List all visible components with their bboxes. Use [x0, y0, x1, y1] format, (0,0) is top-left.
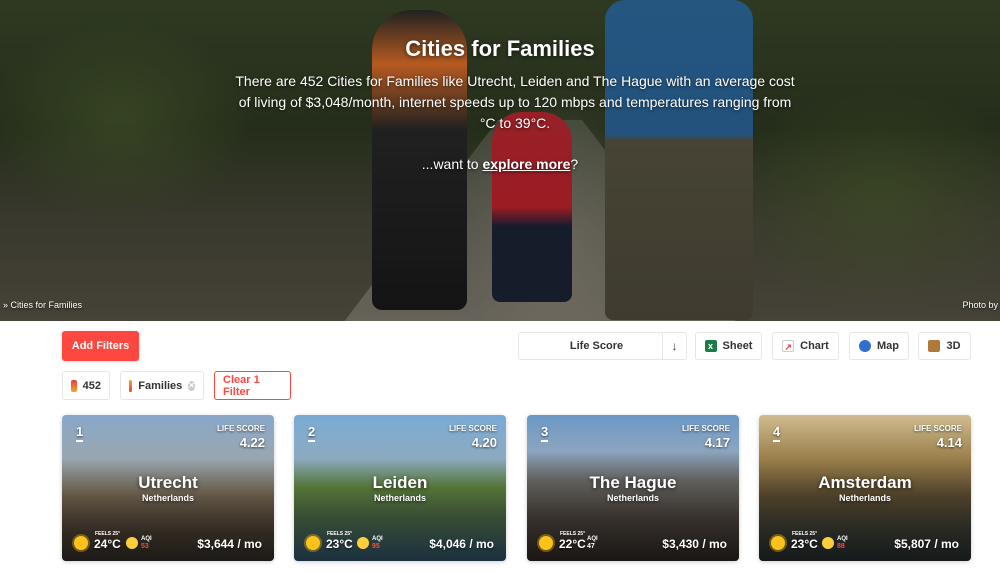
chart-view-button[interactable]: ↗ Chart [772, 332, 839, 360]
chart-icon: ↗ [782, 340, 795, 352]
cost-of-living: $3,430 / mo [662, 537, 727, 551]
country-name: Netherlands [141, 493, 194, 503]
chart-label: Chart [800, 340, 829, 352]
country-name: Netherlands [373, 493, 426, 503]
sun-icon [306, 536, 320, 550]
cost-of-living: $4,046 / mo [429, 537, 494, 551]
city-rank: 2 [308, 424, 316, 442]
temperature: 22°C [559, 537, 586, 551]
aqi-value: 95 [372, 543, 380, 550]
temperature: 23°C [791, 537, 818, 551]
city-card[interactable]: 2 LIFE SCORE 4.20 Leiden Netherlands FEE… [294, 415, 506, 561]
photo-credit[interactable]: Photo by [962, 300, 998, 310]
life-score-label: LIFE SCORE [448, 424, 497, 433]
cta-suffix: ? [570, 156, 579, 172]
life-score: 4.14 [936, 435, 962, 450]
breadcrumb[interactable]: » Cities for Families [3, 300, 82, 310]
result-count-chip: 452 [62, 371, 110, 400]
sort-label: Life Score [569, 340, 624, 352]
page-title: Cities for Families [405, 36, 595, 61]
aqi-value: 47 [587, 543, 595, 550]
cost-of-living: $5,807 / mo [894, 537, 959, 551]
hero-banner: Cities for Families There are 452 Cities… [0, 0, 1000, 321]
explore-more-link[interactable]: explore more [482, 156, 570, 172]
city-name: The Hague [589, 473, 677, 492]
life-score: 4.20 [471, 435, 497, 450]
aqi-value: 88 [837, 543, 845, 550]
hero-cta: ...want to explore more? [0, 156, 1000, 172]
sort-direction-icon[interactable]: ↓ [662, 333, 686, 359]
remove-filter-icon[interactable]: ✕ [188, 380, 195, 391]
spreadsheet-icon: x [704, 340, 717, 352]
globe-icon [859, 340, 871, 352]
sun-icon [539, 536, 553, 550]
city-name: Amsterdam [818, 473, 912, 492]
sun-icon [771, 536, 785, 550]
life-score-label: LIFE SCORE [681, 424, 730, 433]
map-view-button[interactable]: Map [849, 332, 909, 360]
aqi-label: AQI [372, 536, 383, 542]
city-rank: 3 [541, 424, 549, 442]
map-label: Map [877, 340, 899, 352]
city-rank: 1 [76, 424, 84, 442]
sort-select[interactable]: Life Score ↓ [518, 332, 687, 360]
city-name: Utrecht [138, 473, 198, 492]
sun-icon [74, 536, 88, 550]
cta-prefix: ...want to [421, 156, 483, 172]
3d-view-button[interactable]: 3D [918, 332, 971, 360]
city-rank: 4 [773, 424, 781, 442]
temperature: 24°C [94, 537, 121, 551]
country-name: Netherlands [606, 493, 659, 503]
country-name: Netherlands [838, 493, 891, 503]
life-score: 4.22 [239, 435, 265, 450]
air-quality-face-icon [822, 537, 834, 549]
add-filters-button[interactable]: Add Filters [62, 331, 139, 361]
filter-chip-families[interactable]: Families ✕ [120, 371, 204, 400]
cube-icon [928, 340, 941, 352]
city-name: Leiden [372, 473, 428, 492]
hero-description: There are 452 Cities for Families like U… [235, 73, 795, 131]
sheet-label: Sheet [722, 340, 753, 352]
filter-label: Families [138, 379, 183, 392]
life-score: 4.17 [704, 435, 730, 450]
city-card[interactable]: 1 LIFE SCORE 4.22 Utrecht Netherlands FE… [62, 415, 274, 561]
family-icon [129, 379, 133, 392]
aqi-label: AQI [587, 536, 598, 542]
air-quality-face-icon [357, 537, 369, 549]
temperature: 23°C [326, 537, 353, 551]
aqi-label: AQI [837, 536, 848, 542]
aqi-label: AQI [141, 536, 152, 542]
life-score-label: LIFE SCORE [216, 424, 265, 433]
life-score-label: LIFE SCORE [913, 424, 962, 433]
city-icon [71, 379, 77, 392]
aqi-value: 53 [141, 543, 149, 550]
clear-filters-button[interactable]: Clear 1 Filter [214, 371, 291, 400]
3d-label: 3D [946, 340, 961, 352]
city-card[interactable]: 4 LIFE SCORE 4.14 Amsterdam Netherlands … [759, 415, 971, 561]
sheet-view-button[interactable]: x Sheet [695, 332, 762, 360]
cost-of-living: $3,644 / mo [197, 537, 262, 551]
city-card[interactable]: 3 LIFE SCORE 4.17 The Hague Netherlands … [527, 415, 739, 561]
air-quality-face-icon [126, 537, 138, 549]
result-count: 452 [82, 379, 101, 392]
